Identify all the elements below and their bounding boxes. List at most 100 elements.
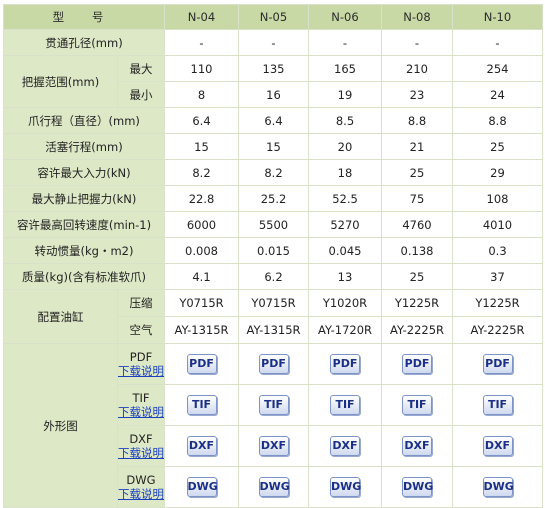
grip-range-label: 把握范围(mm) xyxy=(3,55,118,108)
grip-max-value: 254 xyxy=(452,55,543,82)
dwg-download-button[interactable]: DWG xyxy=(330,477,361,497)
dwg-download-button[interactable]: DWG xyxy=(482,477,514,497)
cylinder-pneumatic-value: AY-2225R xyxy=(452,316,543,344)
max-speed-value: 4760 xyxy=(381,211,453,238)
pdf-download-button[interactable]: PDF xyxy=(330,354,360,374)
piston-stroke-value: 15 xyxy=(164,133,239,160)
cylinder-hydraulic-label: 压缩 xyxy=(117,289,165,317)
format-name: DXF xyxy=(129,432,153,446)
mass-label: 质量(kg)(含有标准软爪) xyxy=(3,263,165,290)
format-name: TIF xyxy=(132,391,150,405)
format-name: DWG xyxy=(126,473,156,487)
inertia-value: 0.138 xyxy=(381,237,453,264)
grip-min-value: 8 xyxy=(164,81,239,108)
outline-label: 外形图 xyxy=(3,343,118,508)
dxf-download-button[interactable]: DXF xyxy=(258,436,289,456)
max-input-label: 容许最大入力(kN) xyxy=(3,159,165,186)
grip-max-value: 165 xyxy=(308,55,382,82)
jaw-stroke-value: 8.8 xyxy=(381,107,453,134)
max-input-value: 25 xyxy=(381,159,453,186)
download-help-link[interactable]: 下载说明 xyxy=(119,364,164,378)
format-cell: DXF 下载说明 xyxy=(117,425,165,467)
inertia-value: 0.3 xyxy=(452,237,543,264)
jaw-stroke-value: 8.8 xyxy=(452,107,543,134)
max-static-grip-value: 52.5 xyxy=(308,185,382,212)
dwg-download-button[interactable]: DWG xyxy=(186,477,218,497)
max-speed-value: 4010 xyxy=(452,211,543,238)
max-speed-label: 容许最高回转速度(min-1) xyxy=(3,211,165,238)
mass-value: 25 xyxy=(381,263,453,290)
mass-value: 6.2 xyxy=(238,263,309,290)
format-cell: PDF 下载说明 xyxy=(117,343,165,385)
dwg-download-button[interactable]: DWG xyxy=(258,477,290,497)
dxf-download-button[interactable]: DXF xyxy=(402,436,432,456)
cylinder-pneumatic-value: AY-1315R xyxy=(164,316,239,344)
dxf-download-button[interactable]: DXF xyxy=(482,436,513,456)
grip-max-value: 110 xyxy=(164,55,239,82)
model-header: N-04 xyxy=(164,4,239,30)
cylinder-hydraulic-value: Y1020R xyxy=(308,289,382,317)
tif-download-button[interactable]: TIF xyxy=(482,395,513,415)
max-input-value: 29 xyxy=(452,159,543,186)
max-speed-value: 6000 xyxy=(164,211,239,238)
cylinder-label: 配置油缸 xyxy=(3,289,118,344)
tif-download-button[interactable]: TIF xyxy=(330,395,360,415)
max-static-grip-label: 最大静止把握力(kN) xyxy=(3,185,165,212)
dwg-download-button[interactable]: DWG xyxy=(402,477,433,497)
inertia-value: 0.045 xyxy=(308,237,382,264)
max-speed-value: 5500 xyxy=(238,211,309,238)
model-header: N-05 xyxy=(238,4,309,30)
model-header: N-06 xyxy=(308,4,382,30)
jaw-stroke-value: 6.4 xyxy=(238,107,309,134)
max-speed-value: 5270 xyxy=(308,211,382,238)
through-hole-value: - xyxy=(238,29,309,56)
cylinder-pneumatic-value: AY-1315R xyxy=(238,316,309,344)
pdf-download-button[interactable]: PDF xyxy=(258,354,289,374)
pdf-download-button[interactable]: PDF xyxy=(186,354,217,374)
tif-download-button[interactable]: TIF xyxy=(258,395,289,415)
tif-download-button[interactable]: TIF xyxy=(186,395,217,415)
model-header: N-08 xyxy=(381,4,453,30)
grip-min-label: 最小 xyxy=(117,81,165,108)
format-cell: DWG 下载说明 xyxy=(117,466,165,508)
through-hole-value: - xyxy=(381,29,453,56)
grip-min-value: 19 xyxy=(308,81,382,108)
grip-min-value: 24 xyxy=(452,81,543,108)
max-static-grip-value: 75 xyxy=(381,185,453,212)
through-hole-value: - xyxy=(164,29,239,56)
cylinder-hydraulic-value: Y0715R xyxy=(238,289,309,317)
dxf-download-button[interactable]: DXF xyxy=(330,436,360,456)
piston-stroke-value: 15 xyxy=(238,133,309,160)
download-help-link[interactable]: 下载说明 xyxy=(119,487,164,501)
max-static-grip-value: 25.2 xyxy=(238,185,309,212)
format-name: PDF xyxy=(129,350,153,364)
dxf-download-button[interactable]: DXF xyxy=(186,436,217,456)
download-help-link[interactable]: 下载说明 xyxy=(119,446,164,460)
through-hole-value: - xyxy=(308,29,382,56)
cylinder-pneumatic-value: AY-2225R xyxy=(381,316,453,344)
format-cell: TIF 下载说明 xyxy=(117,384,165,426)
tif-download-button[interactable]: TIF xyxy=(402,395,432,415)
type-header: 型 号 xyxy=(3,4,165,30)
inertia-value: 0.015 xyxy=(238,237,309,264)
cylinder-hydraulic-value: Y1225R xyxy=(452,289,543,317)
max-input-value: 18 xyxy=(308,159,382,186)
jaw-stroke-value: 8.5 xyxy=(308,107,382,134)
download-help-link[interactable]: 下载说明 xyxy=(119,405,164,419)
max-static-grip-value: 108 xyxy=(452,185,543,212)
piston-stroke-value: 25 xyxy=(452,133,543,160)
pdf-download-button[interactable]: PDF xyxy=(402,354,432,374)
through-hole-value: - xyxy=(452,29,543,56)
cylinder-hydraulic-value: Y1225R xyxy=(381,289,453,317)
grip-min-value: 23 xyxy=(381,81,453,108)
max-input-value: 8.2 xyxy=(164,159,239,186)
max-input-value: 8.2 xyxy=(238,159,309,186)
piston-stroke-label: 活塞行程(mm) xyxy=(3,133,165,160)
pdf-download-button[interactable]: PDF xyxy=(482,354,513,374)
cylinder-pneumatic-label: 空气 xyxy=(117,316,165,344)
max-static-grip-value: 22.8 xyxy=(164,185,239,212)
inertia-label: 转动惯量(kg・m2) xyxy=(3,237,165,264)
jaw-stroke-label: 爪行程（直径）(mm) xyxy=(3,107,165,134)
mass-value: 13 xyxy=(308,263,382,290)
model-header: N-10 xyxy=(452,4,543,30)
